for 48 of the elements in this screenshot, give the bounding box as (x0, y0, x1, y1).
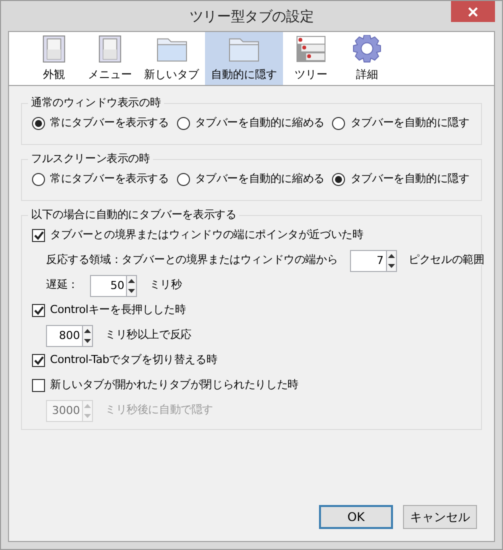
dialog-button[interactable]: キャンセル (403, 505, 477, 529)
checkbox[interactable] (32, 354, 45, 367)
field-label: ミリ秒 (149, 277, 182, 294)
close-button[interactable] (451, 1, 495, 22)
checkbox-option[interactable]: タブバーとの境界またはウィンドウの端にポインタが近づいた時 (32, 227, 364, 244)
checkbox[interactable] (32, 229, 45, 242)
group-title: フルスクリーン表示の時 (30, 151, 151, 167)
close-icon (468, 6, 478, 16)
number-field[interactable]: 50 (90, 274, 126, 296)
group-title: 通常のウィンドウ表示の時 (30, 95, 162, 111)
field-label: ミリ秒後に自動で隠す (105, 402, 214, 418)
radio-button[interactable] (332, 173, 346, 186)
radio-option[interactable]: 常にタブバーを表示する (32, 171, 169, 188)
radio-option[interactable]: タブバーを自動的に縮める (176, 171, 324, 188)
window-title: ツリー型タブの設定 (188, 8, 315, 27)
toolbar-tab[interactable]: 自動的に隠す (205, 32, 283, 85)
radio-option[interactable]: タブバーを自動的に隠す (332, 171, 470, 188)
field-label: ピクセルの範囲 (408, 252, 484, 268)
field-label: 遅延： (46, 277, 78, 294)
spin-buttons[interactable] (82, 324, 93, 346)
field-label: 反応する領域：タブバーとの境界またはウィンドウの端から (46, 252, 338, 268)
radio-button[interactable] (176, 173, 190, 186)
checkbox[interactable] (32, 304, 45, 317)
toolbar-tab[interactable]: メニュー (82, 32, 138, 85)
spin-buttons[interactable] (126, 274, 138, 296)
radio-button[interactable] (332, 117, 346, 130)
radio-button[interactable] (176, 117, 190, 130)
checkbox-option[interactable]: Controlキーを長押しした時 (32, 302, 186, 319)
toolbar-tab[interactable]: ツリー (283, 32, 339, 85)
number-field[interactable]: 800 (46, 324, 82, 346)
radio-option[interactable]: タブバーを自動的に隠す (332, 115, 470, 132)
radio-option[interactable]: 常にタブバーを表示する (32, 115, 169, 132)
checkbox-option[interactable]: Control-Tabでタブを切り替える時 (32, 352, 218, 369)
dialog-button[interactable]: OK (319, 505, 393, 529)
toolbar-tab[interactable]: 外観 (26, 32, 82, 85)
spin-buttons[interactable] (386, 250, 397, 272)
group-title: 以下の場合に自動的にタブバーを表示する (30, 207, 238, 223)
radio-button[interactable] (32, 117, 45, 130)
gear-icon (351, 35, 383, 63)
tree-list-icon (295, 35, 327, 63)
toolbar-tab[interactable]: 詳細 (339, 32, 395, 85)
toolbar-tab[interactable]: 新しいタブ (138, 32, 205, 85)
checkbox-option[interactable]: 新しいタブが開かれたりタブが閉じられたりした時 (32, 377, 298, 394)
radio-button[interactable] (32, 173, 45, 186)
checkbox[interactable] (32, 379, 45, 392)
field-label: ミリ秒以上で反応 (105, 327, 192, 344)
number-field[interactable]: 7 (350, 250, 386, 272)
radio-option[interactable]: タブバーを自動的に縮める (176, 115, 324, 132)
